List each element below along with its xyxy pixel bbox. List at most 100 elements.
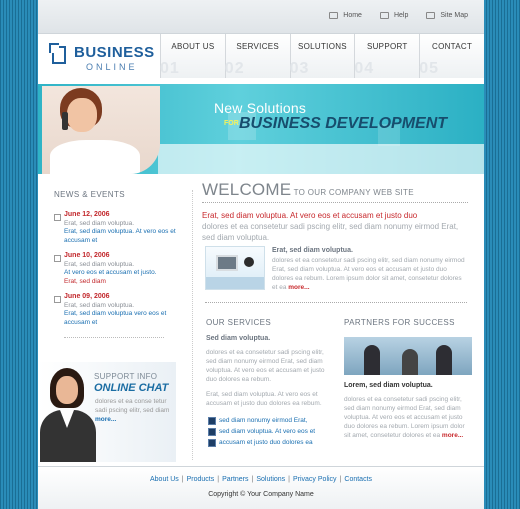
services-list-item[interactable]: accusam et justo duo dolores ea (206, 437, 330, 448)
agent-face (56, 376, 78, 404)
welcome-small: TO OUR COMPANY WEB SITE (291, 188, 414, 197)
news-title: NEWS & EVENTS (54, 190, 125, 199)
support-agent-image (40, 366, 96, 462)
banner-for: FOR (224, 120, 239, 127)
news-link[interactable]: Erat, sed diam voluptua. At vero eos et … (64, 227, 184, 245)
logo-mark-icon (49, 43, 66, 64)
support-box[interactable]: SUPPORT INFO ONLINE CHAT dolores et ea c… (38, 362, 176, 462)
welcome-heading: WELCOME TO OUR COMPANY WEB SITE (202, 180, 472, 200)
services-heading: Sed diam voluptua. (206, 335, 271, 342)
column-divider (192, 190, 193, 460)
home-icon (329, 12, 339, 19)
news-item[interactable]: June 09, 2006 Erat, sed diam voluptua. E… (54, 293, 184, 327)
partners-text: dolores et ea consetetur sadi pscing eli… (344, 395, 472, 440)
desk (206, 277, 264, 289)
footer-link-privacy-policy[interactable]: Privacy Policy (293, 476, 337, 483)
nav-number: 05 (419, 60, 439, 77)
nav-item-solutions[interactable]: SOLUTIONS 03 (289, 34, 355, 78)
nav-number: 03 (289, 60, 310, 77)
divider (64, 337, 164, 338)
banner-person-image (42, 86, 160, 174)
support-text: dolores et ea conse tetur sadi pscing el… (95, 397, 170, 424)
phone-icon (62, 112, 68, 130)
nav-item-contact[interactable]: CONTACT 05 (419, 34, 484, 78)
welcome-block-heading: Erat, sed diam voluptua. (272, 247, 353, 254)
logo-line2: ONLINE (86, 62, 138, 72)
logo-line1: BUSINESS (74, 44, 155, 61)
news-date: June 09, 2006 (64, 293, 110, 300)
services-list-item[interactable]: sed diam nonumy eirmod Erat, (206, 415, 330, 426)
support-body: dolores et ea conse tetur sadi pscing el… (95, 398, 170, 414)
nav-number: 02 (224, 60, 245, 77)
partner-figure (402, 349, 418, 375)
person-shirt (50, 140, 140, 174)
news-link[interactable]: At vero eos et accusam et justo. (64, 268, 184, 277)
help-link[interactable]: Help (379, 12, 408, 19)
banner-subtitle: BUSINESS DEVELOPMENT (239, 115, 448, 132)
partners-image (344, 337, 472, 375)
welcome-big: WELCOME (202, 180, 292, 199)
nav-label: CONTACT (432, 42, 473, 51)
footer-link-partners[interactable]: Partners (222, 476, 248, 483)
support-more-link[interactable]: more... (95, 416, 116, 423)
page-container: Home Help Site Map BUSINESS ONLINE ABOUT… (38, 0, 484, 509)
nav-number: 04 (354, 60, 375, 77)
divider (205, 302, 467, 303)
help-icon (379, 12, 389, 19)
partner-figure (364, 345, 380, 375)
footer-link-contacts[interactable]: Contacts (344, 476, 372, 483)
news-link[interactable]: Erat, sed diam voluptua vero eos et accu… (64, 309, 184, 327)
news-date: June 12, 2006 (64, 211, 110, 218)
welcome-intro-red: Erat, sed diam voluptua. At vero eos et … (202, 211, 418, 220)
services-title: OUR SERVICES (206, 318, 272, 327)
services-section: OUR SERVICES Sed diam voluptua. dolores … (206, 318, 330, 448)
home-link[interactable]: Home (329, 12, 362, 19)
news-item[interactable]: June 10, 2006 Erat, sed diam voluptua. A… (54, 252, 184, 286)
nav-label: ABOUT US (171, 42, 215, 51)
top-bar: Home Help Site Map (38, 0, 484, 34)
left-column: NEWS & EVENTS June 12, 2006 Erat, sed di… (54, 190, 184, 338)
news-link-red[interactable]: Erat, sed diam (64, 277, 184, 286)
divider (202, 202, 468, 203)
online-chat-link[interactable]: ONLINE CHAT (94, 382, 168, 394)
partner-figure (436, 345, 452, 375)
welcome-more-link[interactable]: more... (288, 284, 309, 291)
welcome-block-body: dolores et ea consetetur sadi pscing eli… (272, 256, 468, 292)
top-links: Home Help Site Map (329, 12, 468, 19)
news-summary: Erat, sed diam voluptua. (64, 220, 135, 227)
nav-number: 01 (160, 60, 180, 77)
footer-links: About Us | Products | Partners | Solutions | Pri… (149, 476, 373, 483)
nav-item-services[interactable]: SERVICES 02 (224, 34, 290, 78)
news-list: June 12, 2006 Erat, sed diam voluptua. E… (54, 211, 184, 327)
sitemap-icon (426, 12, 436, 19)
services-text-2: Erat, sed diam voluptua. At vero eos et … (206, 391, 322, 407)
footer-link-solutions[interactable]: Solutions (256, 476, 285, 483)
main-content: WELCOME TO OUR COMPANY WEB SITE Erat, se… (202, 180, 472, 447)
main-nav: ABOUT US 01 SERVICES 02 SOLUTIONS 03 SUPPOR… (160, 34, 484, 78)
services-text-1: dolores et ea consetetur sadi pscing eli… (206, 349, 325, 383)
partners-more-link[interactable]: more... (442, 432, 463, 439)
header: BUSINESS ONLINE ABOUT US 01 SERVICES 02 SO… (38, 34, 484, 80)
nav-item-support[interactable]: SUPPORT 04 (354, 34, 420, 78)
logo[interactable]: BUSINESS ONLINE (49, 40, 156, 74)
partners-heading: Lorem, sed diam voluptua. (344, 382, 433, 389)
person-face (67, 98, 97, 132)
office-image (205, 246, 265, 290)
footer-link-products[interactable]: Products (187, 476, 215, 483)
news-summary: Erat, sed diam voluptua. (64, 261, 135, 268)
hero-banner: New Solutions FOR BUSINESS DEVELOPMENT (38, 84, 484, 174)
services-list-item[interactable]: sed diam voluptua. At vero eos et (206, 426, 330, 437)
banner-fade (158, 144, 484, 174)
support-label: SUPPORT INFO (94, 372, 158, 381)
footer-link-about-us[interactable]: About Us (150, 476, 179, 483)
services-list: sed diam nonumy eirmod Erat, sed diam vo… (206, 415, 330, 448)
nav-item-about-us[interactable]: ABOUT US 01 (160, 34, 225, 78)
news-summary: Erat, sed diam voluptua. (64, 302, 135, 309)
partners-section: PARTNERS FOR SUCCESS Lorem, sed diam vol… (344, 318, 472, 440)
news-item[interactable]: June 12, 2006 Erat, sed diam voluptua. E… (54, 211, 184, 245)
nav-label: SOLUTIONS (298, 42, 347, 51)
copyright: Copyright © Your Company Name (208, 491, 314, 498)
sitemap-link[interactable]: Site Map (426, 12, 468, 19)
news-date: June 10, 2006 (64, 252, 110, 259)
monitor-icon (216, 255, 238, 271)
